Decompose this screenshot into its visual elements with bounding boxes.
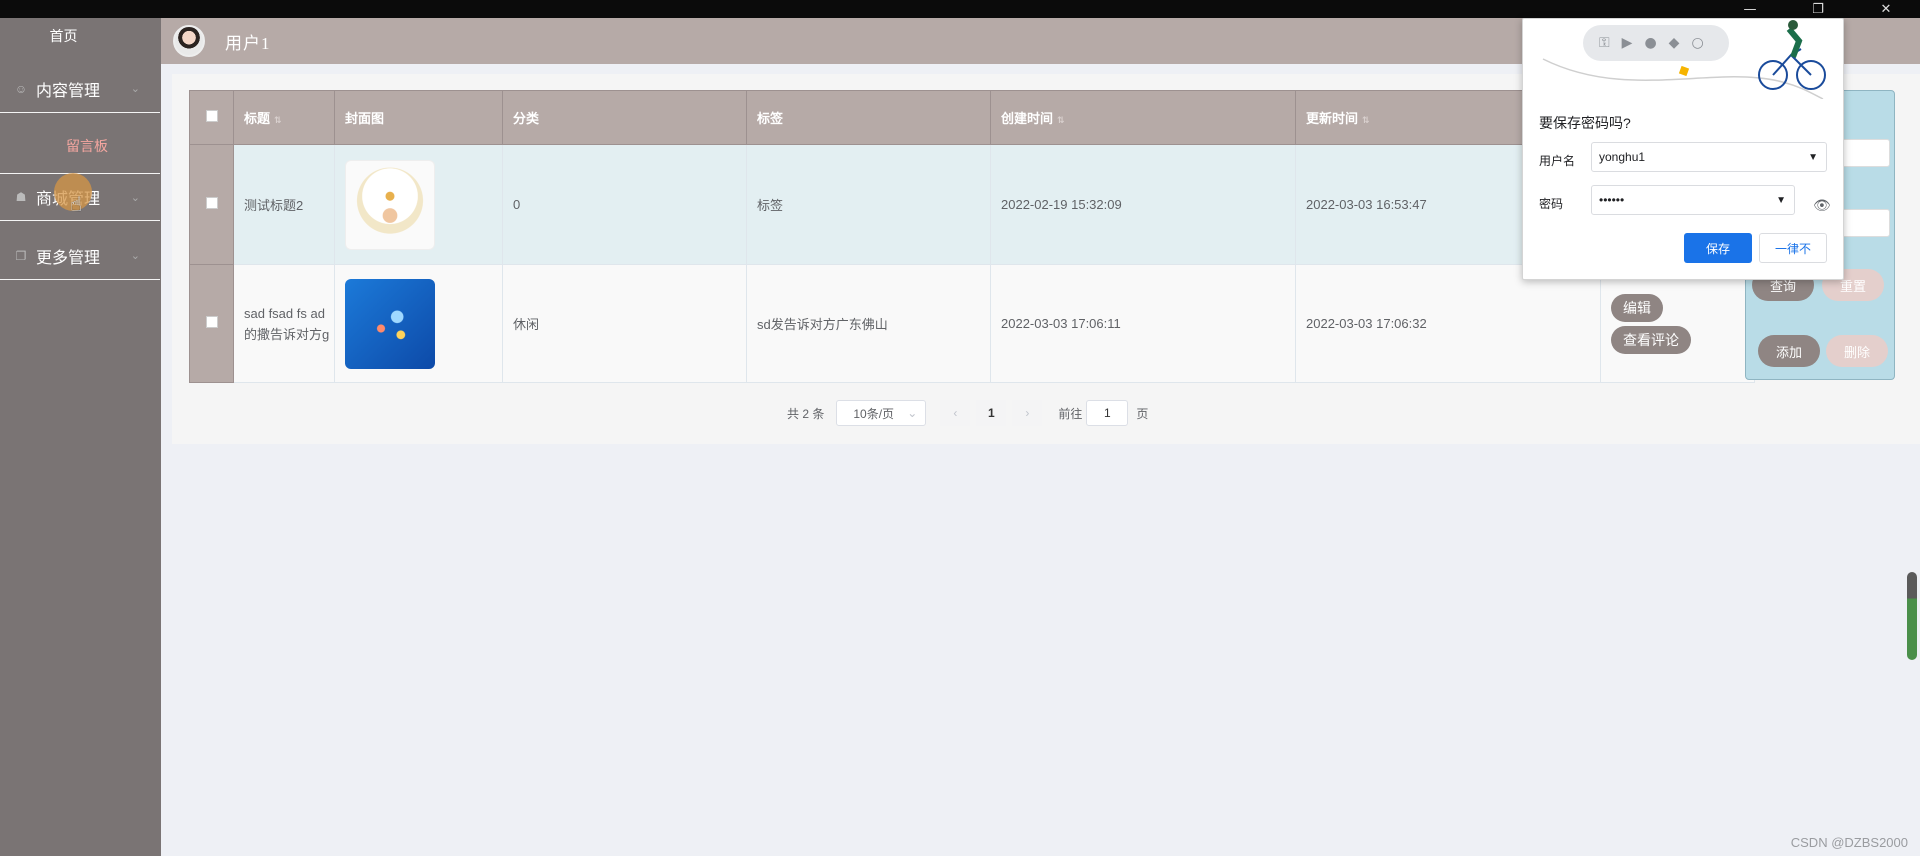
cell-cover (334, 144, 503, 265)
cell-actions: 编辑 查看评论 (1600, 264, 1755, 383)
save-password-illustration: ⚿ ▶ ● ◆ ○ (1523, 19, 1845, 99)
sidebar-item-label: 更多管理 (36, 249, 101, 267)
goto-label: 前往 (1058, 406, 1083, 421)
credential-pill: ⚿ ▶ ● ◆ ○ (1583, 25, 1729, 61)
cell-updated: 2022-03-03 17:06:32 (1295, 264, 1601, 383)
column-label: 标题 (244, 111, 271, 126)
diamond-icon: ◆ (1668, 35, 1680, 51)
cell-title: 测试标题2 (233, 144, 335, 265)
page-number[interactable]: 1 (976, 400, 1007, 426)
column-label: 封面图 (345, 111, 385, 126)
row-checkbox[interactable] (205, 316, 218, 328)
page-scrollbar[interactable] (1907, 572, 1917, 660)
next-page-button[interactable]: › (1012, 400, 1043, 426)
username-value: yonghu1 (1599, 150, 1646, 164)
data-table: 标题 ⇅ 封面图 分类 标签 创建时间 ⇅ 更新时间 ⇅ 测试标题2 0 标签 202… (189, 90, 1755, 383)
title-text: sad fsad fs ad 的撒告诉对方g (244, 305, 330, 342)
content-icon: ☺ (14, 81, 28, 96)
sort-icon[interactable]: ⇅ (1362, 115, 1370, 125)
cell-category: 0 (502, 144, 747, 265)
column-header-cover: 封面图 (334, 90, 503, 145)
user-name: 用户1 (225, 33, 271, 53)
table-row: sad fsad fs ad 的撒告诉对方g 休闲 sd发告诉对方广东佛山 20… (189, 264, 1755, 383)
column-header-tags: 标签 (746, 90, 991, 145)
cell-tags: sd发告诉对方广东佛山 (746, 264, 991, 383)
cell-created: 2022-03-03 17:06:11 (990, 264, 1296, 383)
page-size-value: 10条/页 (853, 406, 895, 421)
ring-icon: ○ (1691, 35, 1704, 51)
column-label: 分类 (513, 111, 540, 126)
sidebar-subitem-message-board[interactable]: 留言板 (0, 125, 160, 167)
username-field[interactable]: yonghu1 ▼ (1591, 142, 1827, 172)
shop-icon: ☗ (15, 190, 27, 204)
sidebar-item-home[interactable]: 首页 (0, 18, 127, 54)
chevron-down-icon: ⌄ (130, 250, 140, 262)
minimize-button[interactable]: — (1716, 0, 1784, 18)
dropdown-arrow-icon[interactable]: ▼ (1808, 152, 1818, 163)
row-checkbox[interactable] (205, 197, 218, 209)
cell-title: sad fsad fs ad 的撒告诉对方g (233, 264, 335, 383)
row-select-cell (189, 144, 234, 265)
restore-button[interactable]: ❐ (1784, 0, 1852, 18)
sidebar: 首页 ☺ 内容管理 ⌄ 留言板 ☗ 商城管理 ⌄ ❐ 更多管理 ⌄ ☝ (0, 18, 161, 856)
window-controls: — ❐ ✕ (1716, 0, 1920, 18)
key-icon: ⚿ (1599, 35, 1610, 51)
select-all-checkbox[interactable] (205, 110, 218, 122)
row-select-cell (189, 264, 234, 383)
cover-image (345, 159, 435, 250)
sidebar-item-content[interactable]: ☺ 内容管理 ⌄ (0, 65, 160, 113)
sidebar-item-more[interactable]: ❐ 更多管理 ⌄ (0, 232, 160, 280)
save-password-button[interactable]: 保存 (1684, 233, 1752, 263)
sort-icon[interactable]: ⇅ (1057, 115, 1065, 125)
chevron-down-icon: ⌄ (130, 191, 140, 204)
circle-icon: ● (1644, 35, 1657, 51)
prev-page-button[interactable]: ‹ (940, 400, 971, 426)
more-icon: ❐ (15, 248, 27, 263)
chevron-down-icon: ⌄ (907, 406, 918, 420)
delete-button[interactable]: 删除 (1826, 335, 1888, 367)
pagination: 共 2 条 10条/页 ⌄ ‹ 1 › 前往 1 页 (787, 400, 1148, 426)
add-button[interactable]: 添加 (1758, 335, 1820, 367)
close-button[interactable]: ✕ (1852, 0, 1920, 18)
pagination-total: 共 2 条 (787, 406, 825, 421)
view-comments-button[interactable]: 查看评论 (1611, 325, 1691, 354)
column-header-category: 分类 (502, 90, 747, 145)
cell-cover (334, 264, 503, 383)
play-icon: ▶ (1621, 35, 1633, 51)
cell-category: 休闲 (502, 264, 747, 383)
save-password-title: 要保存密码吗? (1539, 115, 1631, 131)
watermark: CSDN @DZBS2000 (1790, 835, 1908, 850)
chevron-down-icon: ⌄ (130, 83, 140, 95)
edit-button[interactable]: 编辑 (1611, 293, 1663, 322)
show-password-eye-icon[interactable]: 👁 (1813, 197, 1831, 214)
hand-cursor-icon: ☝ (70, 192, 83, 216)
avatar[interactable] (173, 25, 205, 57)
sort-icon[interactable]: ⇅ (274, 115, 282, 125)
cover-image (345, 278, 435, 369)
goto-page-input[interactable]: 1 (1086, 400, 1129, 426)
dropdown-arrow-icon[interactable]: ▼ (1776, 195, 1786, 206)
column-header-created[interactable]: 创建时间 ⇅ (990, 90, 1296, 145)
window-title-bar: — ❐ ✕ (0, 0, 1920, 18)
password-field[interactable]: •••••• ▼ (1591, 185, 1795, 215)
select-all-cell (189, 90, 234, 145)
never-save-button[interactable]: 一律不 (1759, 233, 1827, 263)
password-value: •••••• (1599, 193, 1625, 207)
table-header-row: 标题 ⇅ 封面图 分类 标签 创建时间 ⇅ 更新时间 ⇅ (189, 90, 1755, 145)
table-row: 测试标题2 0 标签 2022-02-19 15:32:09 2022-03-0… (189, 144, 1755, 265)
save-password-dialog: ⚿ ▶ ● ◆ ○ 要保存密码吗? 用户名 yonghu1 ▼ 密码 •••••… (1522, 18, 1844, 280)
password-label: 密码 (1539, 197, 1564, 211)
cell-created: 2022-02-19 15:32:09 (990, 144, 1296, 265)
cell-tags: 标签 (746, 144, 991, 265)
page-size-select[interactable]: 10条/页 ⌄ (836, 400, 927, 426)
column-label: 创建时间 (1001, 111, 1054, 126)
page-unit-label: 页 (1136, 406, 1149, 421)
column-label: 标签 (757, 111, 784, 126)
sidebar-item-label: 内容管理 (36, 82, 101, 100)
username-label: 用户名 (1539, 154, 1576, 168)
column-label: 更新时间 (1306, 111, 1359, 126)
column-header-title[interactable]: 标题 ⇅ (233, 90, 335, 145)
